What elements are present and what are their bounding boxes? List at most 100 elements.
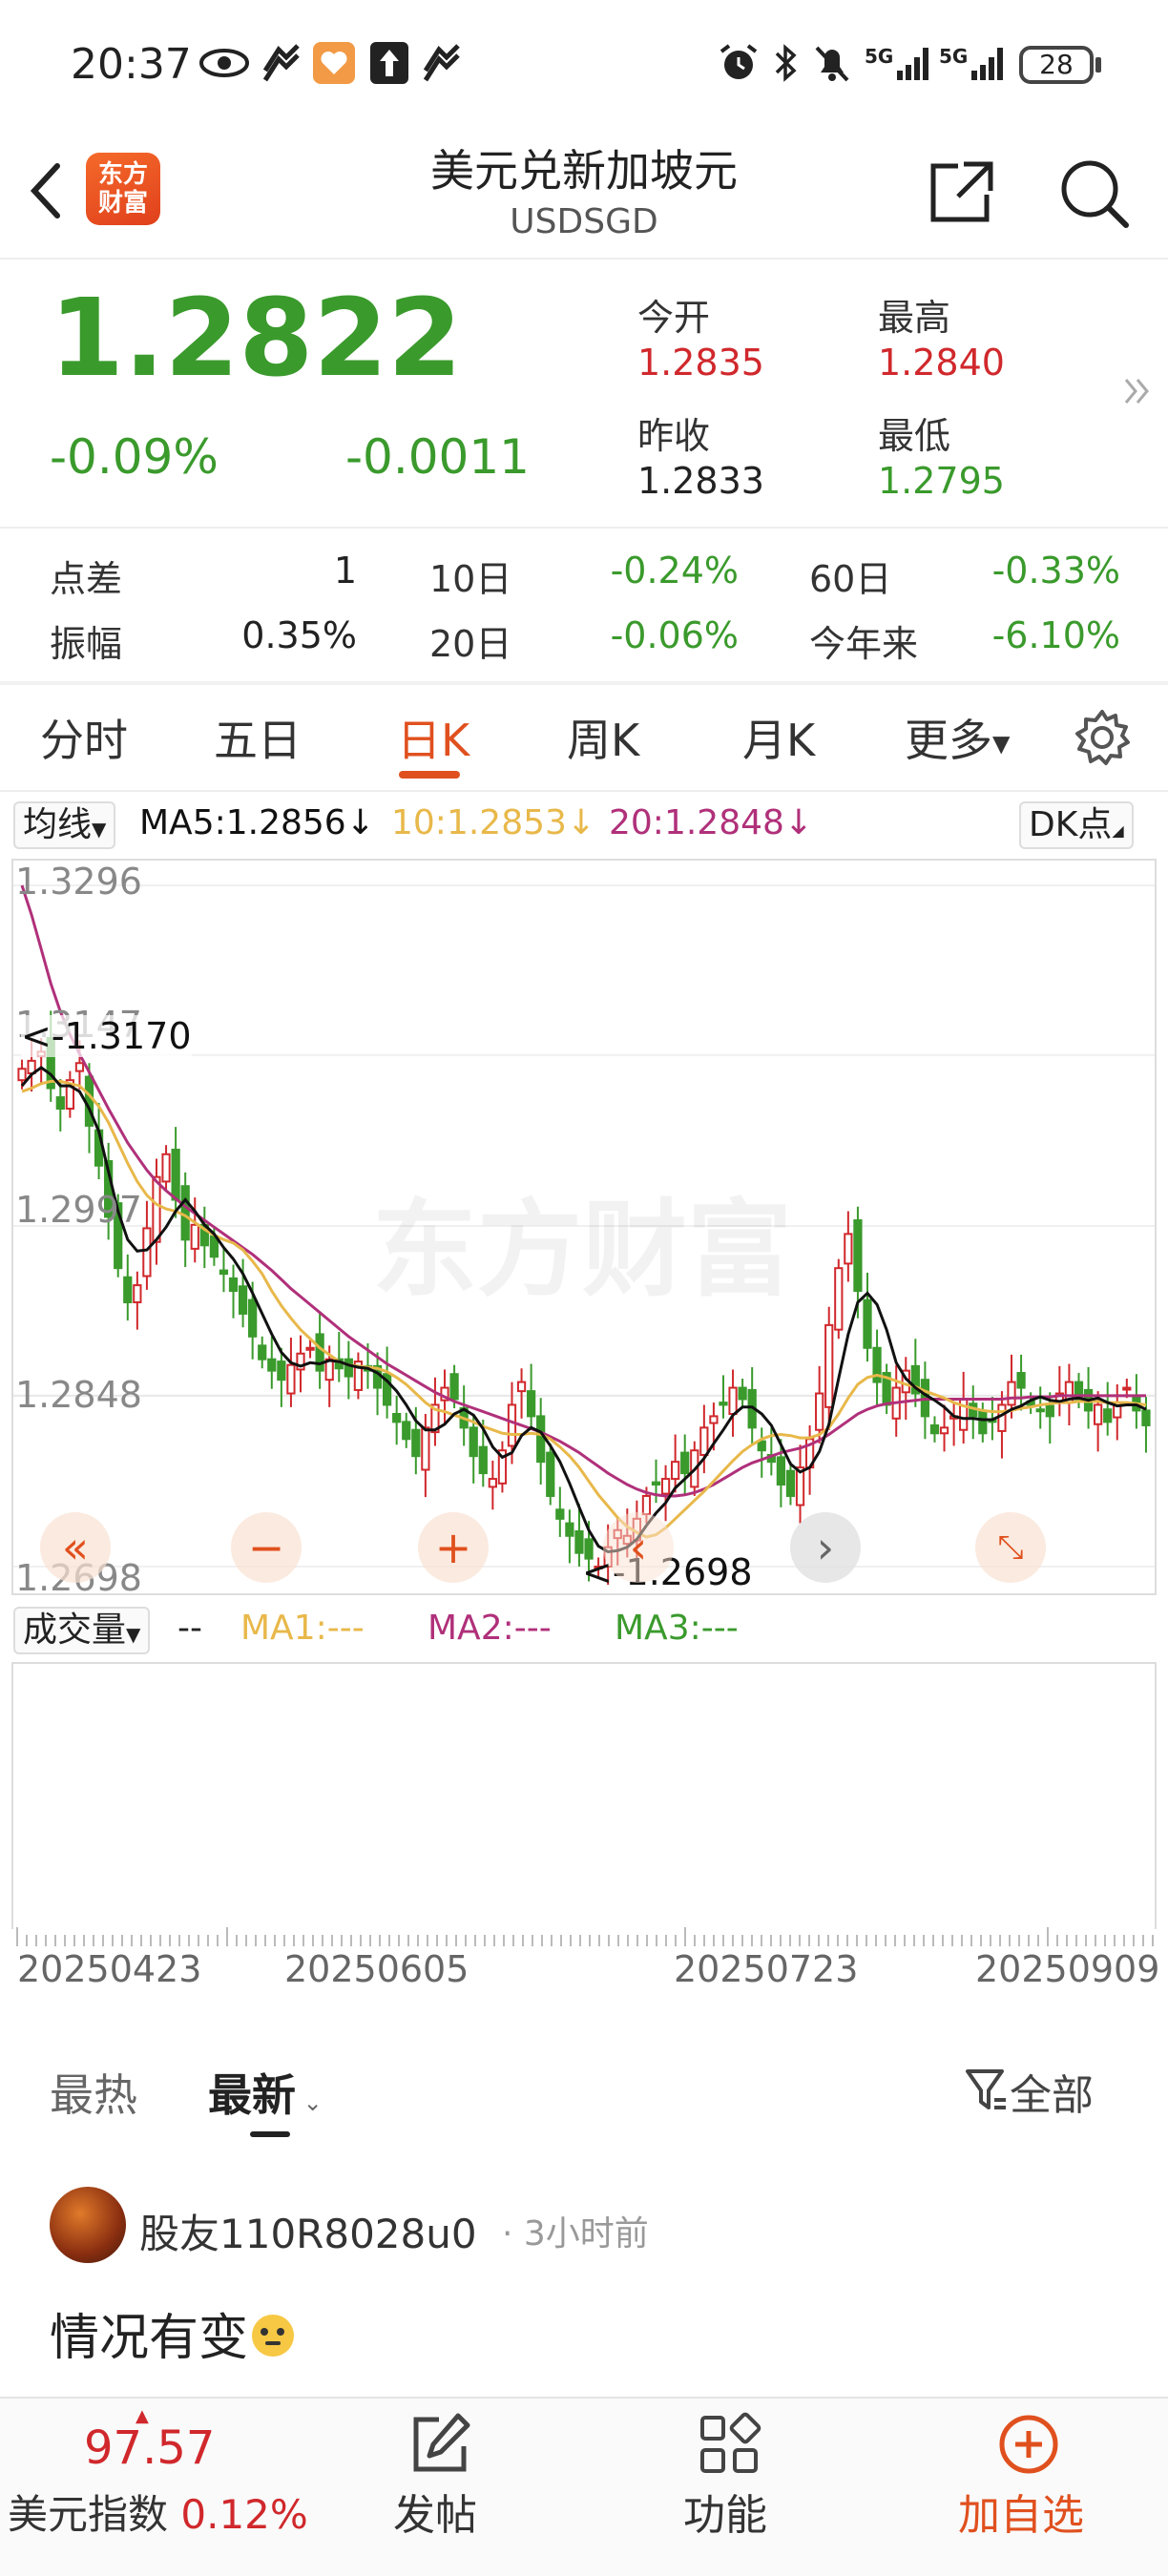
dollar-index-ticker[interactable]: ▲ 97.57 美元指数 0.12% [0,2397,308,2576]
tabs-divider [0,790,1168,792]
candle-body [651,1481,661,1486]
ytd-value: -6.10% [991,614,1120,656]
dollar-index-change: 0.12% [180,2491,308,2538]
heart-app-icon [313,42,355,84]
share-icon[interactable] [924,155,1000,231]
caret-down-icon: ▼ [992,730,1011,758]
volume-dash: -- [177,1609,202,1648]
dollar-index-name: 美元指数 [8,2491,169,2538]
ma-selector[interactable]: 均线▼ [13,801,116,849]
candle-body [507,1403,517,1447]
candle-body [709,1415,719,1424]
grid-icon [700,2412,761,2473]
avatar[interactable] [50,2187,126,2263]
candle-body [516,1381,527,1393]
back-icon[interactable] [21,153,69,229]
tab-five-day[interactable]: 五日 [214,706,302,769]
tab-more[interactable]: 更多▼ [905,706,1010,769]
post-button[interactable]: 发帖 [363,2397,515,2576]
signal-5g-label-2: 5G [939,45,968,68]
zoom-in-button[interactable]: + [418,1512,489,1583]
post-label: 发帖 [393,2491,477,2540]
candle-body [411,1428,421,1458]
tab-hottest[interactable]: 最热 [50,2061,137,2124]
high-value: 1.2840 [878,342,1005,384]
scroll-right-button[interactable]: › [790,1512,861,1583]
alarm-icon [720,44,758,79]
candle-body [478,1445,488,1475]
vol-ma1-readout: MA1:--- [240,1609,365,1648]
comment-text-body: 情况有变 [50,2310,249,2367]
filter-all-button[interactable]: 全部 [964,2061,1094,2122]
candle-body [305,1346,315,1351]
tab-intraday[interactable]: 分时 [40,706,128,769]
comment-text[interactable]: 情况有变 [50,2297,295,2369]
y-tick-3: 1.2848 [15,1374,142,1416]
scroll-left-button[interactable]: ‹ [603,1512,674,1583]
candle-body [1045,1404,1054,1418]
candle-body [527,1390,536,1418]
mute-bell-icon [815,46,849,82]
tab-weekly-k[interactable]: 周K [567,706,639,769]
candle-body [421,1426,430,1471]
tab-monthly-k[interactable]: 月K [742,706,815,769]
page-subtitle: USDSGD [510,202,658,241]
x-tick-1: 20250605 [284,1948,469,1990]
ma20-readout: 20:1.2848↓ [609,803,814,842]
caret-down-icon: ▼ [92,818,107,841]
candle-body [1035,1408,1045,1413]
candle-body [449,1373,459,1401]
zoom-out-button[interactable]: − [231,1512,302,1583]
status-time: 20:37 [71,40,192,89]
eye-icon [199,49,249,77]
add-watchlist-button[interactable]: 加自选 [945,2397,1116,2576]
gear-icon[interactable] [1073,708,1132,767]
tab-daily-k[interactable]: 日K [397,706,469,769]
volume-selector[interactable]: 成交量▼ [13,1607,151,1654]
candle-body [671,1461,680,1481]
candle-body [555,1508,565,1520]
last-price: 1.2822 [50,277,463,401]
candle-body [824,1323,834,1408]
candle-body [565,1522,574,1537]
change-percent: -0.09% [50,429,219,485]
candle-body [55,1096,65,1111]
battery-icon: 28 [1019,46,1094,84]
candle-body [142,1227,152,1278]
change-absolute: -0.0011 [345,429,530,485]
app-screen: 20:37 5G 5G 28 东方 财富 美元兑新加坡元 USDSGD 1.282… [0,0,1168,2576]
volume-chart[interactable] [11,1662,1157,1929]
fullscreen-button[interactable]: ⤡ [975,1512,1046,1583]
app-notify-icon [262,44,300,82]
candle-body [248,1298,258,1338]
amplitude-value: 0.35% [241,614,357,656]
dollar-index-value: 97.57 [84,2421,216,2475]
bluetooth-icon [775,44,797,82]
candle-body [1103,1408,1113,1423]
tab-newest-label: 最新 [208,2069,296,2121]
tab-newest[interactable]: 最新 ⌄ [208,2061,323,2124]
chevron-right-double-icon[interactable] [1120,372,1153,410]
candle-body [641,1494,652,1516]
dk-point-label: DK点 [1029,805,1113,844]
candle-body [258,1344,267,1361]
scroll-far-left-button[interactable]: « [40,1512,111,1583]
prev-close-value: 1.2833 [637,460,764,502]
candle-body [834,1267,844,1331]
candle-body [939,1426,949,1435]
candle-body [978,1410,988,1435]
candle-body [853,1219,863,1293]
functions-button[interactable]: 功能 [653,2397,805,2576]
candle-body [180,1185,190,1241]
dk-point-toggle[interactable]: DK点◢ [1019,801,1134,849]
search-icon[interactable] [1055,155,1132,231]
candle-body [776,1456,786,1486]
amplitude-label: 振幅 [50,623,123,665]
candle-body [402,1421,411,1441]
candle-body [728,1386,738,1416]
candle-body [219,1269,229,1276]
x-tick-0: 20250423 [17,1948,202,1990]
edit-icon [413,2413,470,2472]
candle-body [546,1451,555,1497]
comment-username[interactable]: 股友110R8028u0 [139,2202,477,2260]
